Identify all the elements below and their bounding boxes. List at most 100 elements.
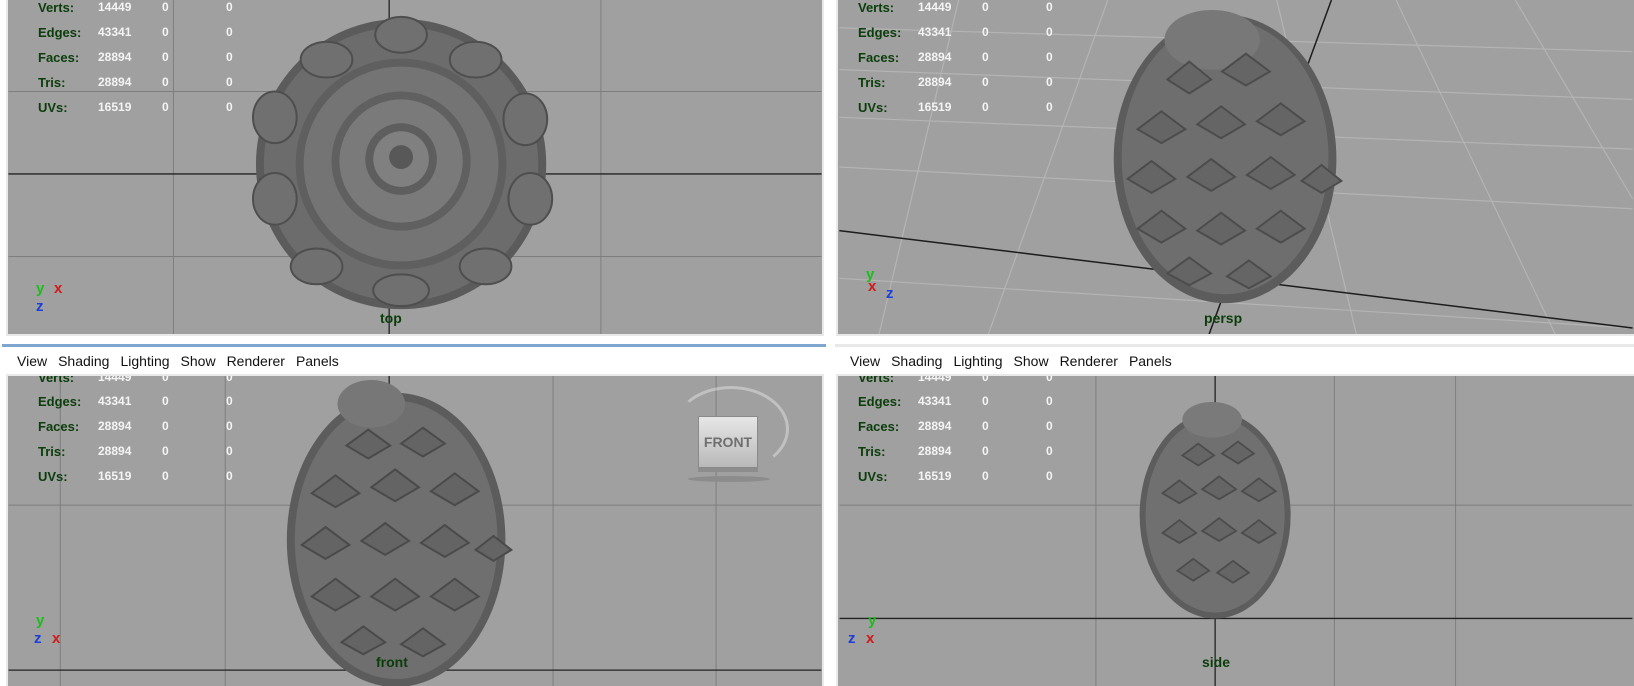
hud-uvs-label: UVs: [38,100,68,115]
hud-tris-label: Tris: [38,75,66,90]
hud-value: 0 [1046,444,1053,458]
hud-value: 0 [226,0,233,14]
axis-y-label: y [36,280,45,297]
hud-value: 28894 [918,75,952,89]
front-viewport-panel: View Shading Lighting Show Renderer Pane… [0,344,826,686]
pinecone-model [1139,401,1291,619]
hud-faces-label: Faces: [38,50,80,65]
hud-value: 0 [226,469,233,483]
hud-value: 28894 [98,50,132,64]
hud-value: 14449 [918,0,952,14]
persp-scene [839,0,1634,334]
hud-value: 14449 [98,374,132,384]
menu-lighting[interactable]: Lighting [115,353,175,369]
menu-panels[interactable]: Panels [1124,353,1178,369]
view-cube-shadow [688,476,770,482]
pinecone-model [251,15,554,310]
hud-value: 0 [1046,374,1053,384]
hud-value: 28894 [98,75,132,89]
axis-z-label: z [848,630,856,647]
menu-show[interactable]: Show [176,353,222,369]
panel-menubar: View Shading Lighting Show Renderer Pane… [2,344,826,374]
hud-value: 0 [1046,0,1053,14]
hud-value: 0 [1046,419,1053,433]
hud-value: 28894 [918,50,952,64]
axis-z-label: z [34,630,42,647]
hud-value: 0 [162,75,169,89]
hud-edges-label: Edges: [858,394,902,409]
side-viewport-panel: View Shading Lighting Show Renderer Pane… [833,344,1634,686]
axis-x-label: x [868,278,877,295]
front-viewport[interactable]: Verts: 14449 0 0 Edges: 43341 0 0 Faces: 28894 0… [6,374,824,686]
side-scene [839,376,1633,686]
pinecone-model [1113,9,1344,304]
hud-value: 43341 [98,25,132,39]
axis-x-label: x [54,280,63,297]
hud-edges-label: Edges: [858,25,902,40]
side-viewport[interactable]: Verts: 14449 0 0 Edges: 43341 0 0 Faces: 28894 0… [836,374,1634,686]
axis-y-label: y [36,612,45,629]
axis-z-label: z [36,298,44,315]
hud-value: 14449 [98,0,132,14]
hud-value: 16519 [98,469,132,483]
hud-value: 0 [226,374,233,384]
camera-name-label: top [380,310,402,326]
hud-value: 43341 [918,25,952,39]
hud-value: 0 [1046,75,1053,89]
persp-viewport-panel: Verts: 14449 0 0 Edges: 43341 0 0 Faces: 28894 0… [833,0,1634,336]
hud-value: 28894 [918,419,952,433]
hud-value: 0 [226,25,233,39]
pinecone-model [286,379,514,686]
menu-renderer[interactable]: Renderer [1055,353,1124,369]
menu-shading[interactable]: Shading [886,353,948,369]
panel-divider-horizontal[interactable] [0,336,1634,344]
hud-value: 0 [226,444,233,458]
hud-value: 0 [982,469,989,483]
camera-name-label: front [376,654,408,670]
hud-value: 0 [226,394,233,408]
hud-value: 0 [982,75,989,89]
hud-uvs-label: UVs: [858,469,888,484]
hud-value: 0 [982,444,989,458]
view-cube-icon[interactable]: FRONT [698,416,758,468]
hud-value: 0 [162,419,169,433]
hud-edges-label: Edges: [38,25,82,40]
hud-uvs-label: UVs: [858,100,888,115]
hud-edges-label: Edges: [38,394,82,409]
hud-tris-label: Tris: [858,75,886,90]
menu-shading[interactable]: Shading [53,353,115,369]
hud-value: 14449 [918,374,952,384]
hud-value: 43341 [918,394,952,408]
hud-value: 0 [162,374,169,384]
persp-viewport[interactable]: Verts: 14449 0 0 Edges: 43341 0 0 Faces: 28894 0… [836,0,1634,336]
hud-value: 0 [982,419,989,433]
hud-value: 0 [1046,100,1053,114]
hud-value: 0 [982,374,989,384]
camera-name-label: side [1202,654,1231,670]
menu-lighting[interactable]: Lighting [948,353,1008,369]
camera-name-label: persp [1204,310,1243,326]
menu-renderer[interactable]: Renderer [222,353,291,369]
menu-view[interactable]: View [845,353,886,369]
hud-value: 43341 [98,394,132,408]
menu-view[interactable]: View [12,353,53,369]
menu-show[interactable]: Show [1009,353,1055,369]
hud-faces-label: Faces: [858,50,900,65]
hud-verts-label: Verts: [858,374,895,385]
hud-value: 0 [162,100,169,114]
hud-value: 0 [162,394,169,408]
hud-value: 0 [226,50,233,64]
hud-value: 28894 [918,444,952,458]
hud-value: 0 [162,469,169,483]
hud-value: 0 [226,419,233,433]
panel-menubar: View Shading Lighting Show Renderer Pane… [835,344,1634,374]
menu-panels[interactable]: Panels [291,353,345,369]
hud-value: 0 [162,444,169,458]
panel-divider-vertical[interactable] [826,0,833,686]
top-viewport[interactable]: Verts: 14449 0 0 Edges: 43341 0 0 Faces: 28894 0… [6,0,824,336]
top-viewport-panel: Verts: 14449 0 0 Edges: 43341 0 0 Faces: 28894 0… [0,0,826,336]
axis-x-label: x [866,630,875,647]
axis-y-label: y [868,612,877,629]
hud-tris-label: Tris: [858,444,886,459]
hud-value: 0 [982,25,989,39]
